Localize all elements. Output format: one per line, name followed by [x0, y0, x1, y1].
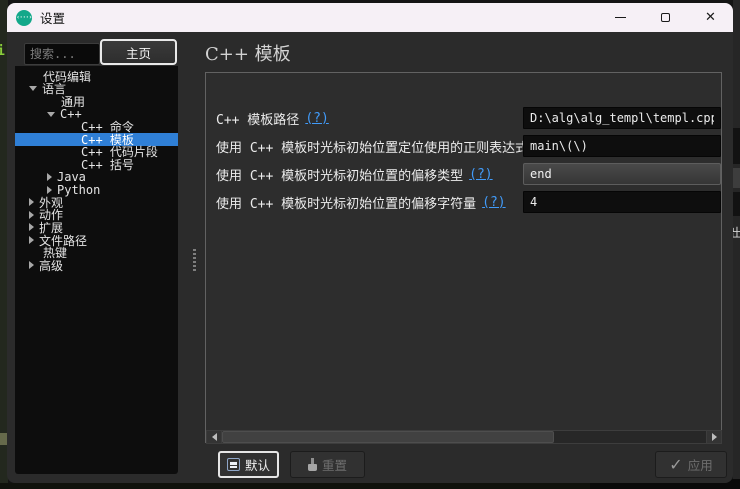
field-label: 使用 C++ 模板时光标初始位置的偏移字符量	[216, 193, 476, 212]
expand-arrow-icon[interactable]	[29, 198, 34, 206]
close-icon: ✕	[705, 11, 716, 24]
tree-item-file-path[interactable]: 文件路径	[15, 234, 178, 247]
tree-item-label: 高级	[39, 257, 63, 274]
settings-tree: 代码编辑 语言 通用 C++ C++ 命令 C++ 模板 C++ 代码片段 C+…	[15, 66, 178, 474]
help-link[interactable]: (?)	[469, 167, 492, 182]
default-button[interactable]: 默认	[218, 451, 279, 478]
minimize-icon	[615, 17, 626, 18]
settings-window: ‹···› 设置 ✕ 主页 代码编辑 语言 通用 C++ C++ 命令 C++ …	[7, 3, 733, 483]
form-row: 使用 C++ 模板时光标初始位置的偏移字符量 (?)	[216, 191, 506, 213]
maximize-button[interactable]	[643, 3, 688, 32]
tree-item-language[interactable]: 语言	[15, 83, 178, 96]
field-label: 使用 C++ 模板时光标初始位置定位使用的正则表达式	[216, 137, 528, 156]
check-icon: ✓	[669, 457, 682, 473]
form-row: 使用 C++ 模板时光标初始位置定位使用的正则表达式 (?)	[216, 135, 558, 157]
collapse-arrow-icon[interactable]	[47, 112, 55, 117]
background-code-text: i	[0, 44, 5, 59]
reset-button-label: 重置	[322, 455, 347, 474]
scroll-left-button[interactable]	[207, 431, 222, 443]
apply-button-label: 应用	[688, 455, 713, 474]
app-logo-icon: ‹···›	[16, 10, 32, 26]
template-path-input[interactable]	[523, 107, 721, 129]
help-link[interactable]: (?)	[482, 195, 505, 210]
expand-arrow-icon[interactable]	[47, 186, 52, 194]
screen: i 出 ‹···› 设置 ✕ 主页 代码编辑 语言 通用 C++ C++ 命令	[0, 0, 740, 489]
tree-item-java[interactable]: Java	[15, 171, 178, 184]
scrollbar-thumb[interactable]	[222, 431, 554, 443]
scroll-left-icon	[212, 433, 217, 441]
tree-item-advanced[interactable]: 高级	[15, 259, 178, 272]
help-link[interactable]: (?)	[305, 111, 328, 126]
settings-panel: C++ 模板路径 (?) 使用 C++ 模板时光标初始位置定位使用的正则表达式 …	[205, 72, 722, 443]
expand-arrow-icon[interactable]	[47, 173, 52, 181]
minimize-button[interactable]	[598, 3, 643, 32]
offset-chars-input[interactable]	[523, 191, 721, 213]
cursor-regex-input[interactable]	[523, 135, 721, 157]
offset-type-combobox[interactable]: end	[523, 163, 721, 185]
splitter-handle[interactable]	[193, 249, 196, 273]
expand-arrow-icon[interactable]	[29, 211, 34, 219]
background-right-strip	[733, 0, 740, 489]
background-sliver	[733, 168, 740, 188]
titlebar[interactable]: ‹···› 设置 ✕	[7, 3, 733, 32]
form-row: 使用 C++ 模板时光标初始位置的偏移类型 (?)	[216, 163, 493, 185]
window-title: 设置	[40, 8, 65, 27]
field-label: C++ 模板路径	[216, 109, 299, 128]
expand-arrow-icon[interactable]	[29, 236, 34, 244]
maximize-icon	[661, 13, 670, 22]
scrollbar-track[interactable]	[222, 431, 706, 443]
background-sliver	[733, 192, 740, 216]
background-sliver	[733, 128, 740, 164]
home-button[interactable]: 主页	[100, 39, 177, 65]
defaults-list-icon	[227, 458, 240, 471]
tree-item-cpp-parentheses[interactable]: C++ 括号	[15, 158, 178, 171]
scroll-right-icon	[712, 433, 717, 441]
form-row: C++ 模板路径 (?)	[216, 107, 329, 129]
apply-button[interactable]: ✓ 应用	[655, 451, 727, 478]
field-label: 使用 C++ 模板时光标初始位置的偏移类型	[216, 165, 463, 184]
scroll-right-button[interactable]	[706, 431, 721, 443]
tree-item-label: C++	[60, 107, 82, 121]
close-button[interactable]: ✕	[688, 3, 733, 32]
brush-icon	[308, 458, 317, 471]
combobox-value: end	[530, 167, 552, 181]
window-controls: ✕	[598, 3, 733, 32]
tree-item-code-edit[interactable]: 代码编辑	[15, 70, 178, 83]
page-title: C++ 模板	[205, 40, 291, 66]
search-input[interactable]	[24, 43, 100, 65]
reset-button[interactable]: 重置	[290, 451, 365, 478]
tree-item-general[interactable]: 通用	[15, 95, 178, 108]
collapse-arrow-icon[interactable]	[29, 86, 37, 91]
horizontal-scrollbar[interactable]	[206, 430, 722, 444]
tree-item-label: Python	[57, 183, 100, 197]
expand-arrow-icon[interactable]	[29, 261, 34, 269]
expand-arrow-icon[interactable]	[29, 223, 34, 231]
default-button-label: 默认	[245, 455, 270, 474]
